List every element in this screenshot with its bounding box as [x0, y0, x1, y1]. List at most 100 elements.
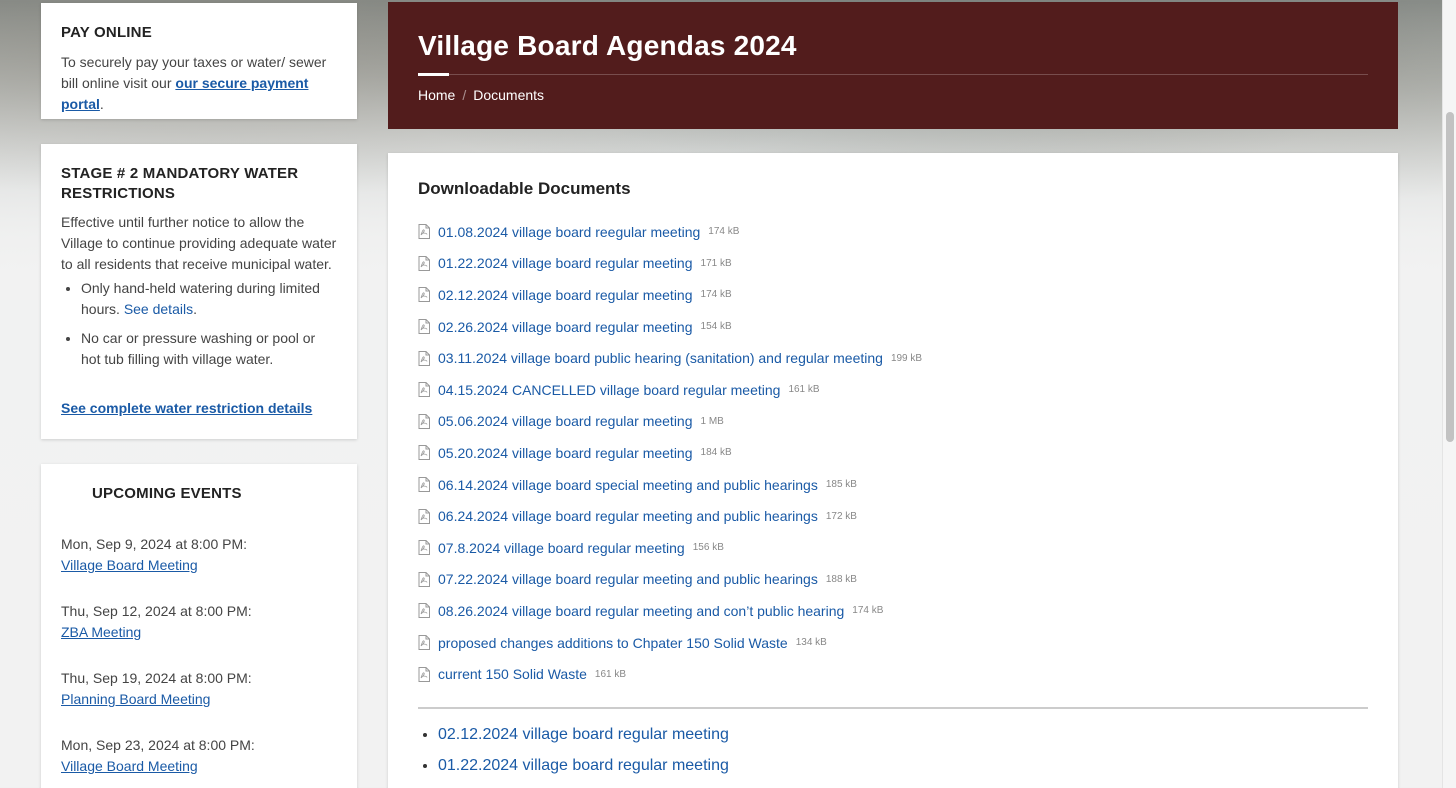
document-row: proposed changes additions to Chpater 15… — [418, 627, 1368, 659]
restriction-text: Only hand-held watering during limited h… — [81, 280, 320, 317]
document-link[interactable]: 03.11.2024 village board public hearing … — [438, 350, 883, 366]
event-item: Mon, Sep 9, 2024 at 8:00 PM: Village Boa… — [61, 534, 337, 576]
pdf-file-icon — [418, 666, 430, 682]
upcoming-events-title: UPCOMING EVENTS — [92, 485, 242, 502]
file-size: 174 kB — [700, 289, 732, 301]
water-restriction-details-link[interactable]: See complete water restriction details — [61, 400, 312, 416]
pdf-file-icon — [418, 445, 430, 461]
breadcrumb-separator: / — [462, 87, 467, 103]
title-divider — [418, 73, 1368, 76]
document-row: 06.14.2024 village board special meeting… — [418, 469, 1368, 501]
pdf-file-icon — [418, 319, 430, 335]
pdf-file-icon — [418, 571, 430, 587]
document-row: 01.08.2024 village board reegular meetin… — [418, 216, 1368, 248]
pdf-file-icon — [418, 508, 430, 524]
document-link[interactable]: proposed changes additions to Chpater 15… — [438, 635, 788, 651]
event-item: Mon, Sep 23, 2024 at 8:00 PM: Village Bo… — [61, 735, 337, 777]
pay-online-text-end: . — [99, 96, 104, 112]
event-date: Mon, Sep 9, 2024 at 8:00 PM: — [61, 536, 248, 552]
file-size: 161 kB — [788, 384, 820, 396]
list-item: No car or pressure washing or pool or ho… — [81, 328, 337, 370]
see-details-link[interactable]: See details — [124, 301, 193, 317]
pdf-file-icon — [418, 255, 430, 271]
document-row: 08.26.2024 village board regular meeting… — [418, 595, 1368, 627]
documents-list: 01.08.2024 village board reegular meetin… — [418, 216, 1368, 690]
upcoming-events-card: UPCOMING EVENTS Mon, Sep 9, 2024 at 8:00… — [41, 464, 357, 788]
event-link[interactable]: ZBA Meeting — [61, 624, 141, 640]
pdf-file-icon — [418, 382, 430, 398]
file-size: 188 kB — [825, 573, 857, 585]
water-restrictions-intro: Effective until further notice to allow … — [61, 214, 337, 272]
document-row: 05.20.2024 village board regular meeting… — [418, 437, 1368, 469]
document-link[interactable]: 07.22.2024 village board regular meeting… — [438, 571, 818, 587]
document-link[interactable]: 06.24.2024 village board regular meeting… — [438, 508, 818, 524]
list-item: Only hand-held watering during limited h… — [81, 278, 337, 320]
file-size: 134 kB — [795, 637, 827, 649]
file-size: 161 kB — [594, 668, 627, 680]
document-row: 07.8.2024 village board regular meeting 1… — [418, 532, 1368, 564]
pay-online-card: PAY ONLINE To securely pay your taxes or… — [41, 3, 357, 119]
file-size: 184 kB — [700, 447, 732, 459]
event-link[interactable]: Village Board Meeting — [61, 758, 198, 774]
document-row: 03.11.2024 village board public hearing … — [418, 342, 1368, 374]
pdf-file-icon — [418, 635, 430, 651]
event-link[interactable]: Village Board Meeting — [61, 557, 198, 573]
page-scrollbar[interactable] — [1442, 0, 1456, 788]
water-restrictions-list: Only hand-held watering during limited h… — [81, 278, 337, 370]
water-restrictions-title: STAGE # 2 MANDATORY WATER RESTRICTIONS — [61, 165, 299, 202]
event-date: Mon, Sep 23, 2024 at 8:00 PM: — [61, 737, 255, 753]
pdf-file-icon — [418, 224, 430, 240]
document-link[interactable]: 01.08.2024 village board reegular meetin… — [438, 224, 700, 240]
extra-documents-list: 02.12.2024 village board regular meeting… — [438, 719, 1368, 781]
document-row: 02.12.2024 village board regular meeting… — [418, 279, 1368, 311]
restriction-text-end: . — [193, 301, 197, 317]
pay-online-title: PAY ONLINE — [61, 24, 152, 41]
document-row: 07.22.2024 village board regular meeting… — [418, 564, 1368, 596]
pdf-file-icon — [418, 413, 430, 429]
section-divider — [418, 706, 1368, 709]
event-item: Thu, Sep 19, 2024 at 8:00 PM: Planning B… — [61, 668, 337, 710]
document-row: current 150 Solid Waste 161 kB — [418, 658, 1368, 690]
document-link[interactable]: 06.14.2024 village board special meeting… — [438, 477, 818, 493]
breadcrumb-current: Documents — [473, 87, 545, 103]
event-date: Thu, Sep 12, 2024 at 8:00 PM: — [61, 603, 252, 619]
document-link[interactable]: 05.06.2024 village board regular meeting — [438, 413, 693, 429]
document-link[interactable]: 02.12.2024 village board regular meeting — [438, 726, 729, 743]
breadcrumb-home-link[interactable]: Home — [418, 87, 455, 103]
list-item: 02.12.2024 village board regular meeting — [438, 719, 1368, 750]
page-title: Village Board Agendas 2024 — [418, 30, 797, 61]
event-item: Thu, Sep 12, 2024 at 8:00 PM: ZBA Meetin… — [61, 601, 337, 643]
pdf-file-icon — [418, 477, 430, 493]
document-link[interactable]: 08.26.2024 village board regular meeting… — [438, 603, 844, 619]
scrollbar-thumb[interactable] — [1446, 112, 1454, 442]
document-row: 02.26.2024 village board regular meeting… — [418, 311, 1368, 343]
document-link[interactable]: 05.20.2024 village board regular meeting — [438, 445, 693, 461]
pdf-file-icon — [418, 603, 430, 619]
document-link[interactable]: current 150 Solid Waste — [438, 666, 587, 682]
document-link[interactable]: 01.22.2024 village board regular meeting — [438, 757, 729, 774]
document-link[interactable]: 01.22.2024 village board regular meeting — [438, 255, 693, 271]
document-link[interactable]: 02.12.2024 village board regular meeting — [438, 287, 693, 303]
document-row: 01.22.2024 village board regular meeting… — [418, 248, 1368, 280]
breadcrumb: Home / Documents — [418, 87, 1368, 103]
event-date: Thu, Sep 19, 2024 at 8:00 PM: — [61, 670, 252, 686]
document-row: 06.24.2024 village board regular meeting… — [418, 500, 1368, 532]
file-size: 1 MB — [700, 415, 724, 427]
water-restrictions-card: STAGE # 2 MANDATORY WATER RESTRICTIONS E… — [41, 144, 357, 439]
pay-online-text: To securely pay your taxes or water/ sew… — [61, 52, 337, 115]
document-row: 04.15.2024 CANCELLED village board regul… — [418, 374, 1368, 406]
file-size: 174 kB — [852, 605, 884, 617]
pdf-file-icon — [418, 287, 430, 303]
pdf-file-icon — [418, 540, 430, 556]
file-size: 156 kB — [692, 542, 724, 554]
document-link[interactable]: 02.26.2024 village board regular meeting — [438, 319, 693, 335]
document-link[interactable]: 04.15.2024 CANCELLED village board regul… — [438, 382, 780, 398]
documents-card: Downloadable Documents 01.08.2024 villag… — [388, 153, 1398, 788]
file-size: 185 kB — [825, 479, 857, 491]
page-header-banner: Village Board Agendas 2024 Home / Document… — [388, 2, 1398, 129]
event-link[interactable]: Planning Board Meeting — [61, 691, 210, 707]
file-size: 171 kB — [700, 257, 732, 269]
file-size: 199 kB — [890, 352, 923, 364]
documents-heading: Downloadable Documents — [418, 179, 631, 198]
document-link[interactable]: 07.8.2024 village board regular meeting — [438, 540, 685, 556]
